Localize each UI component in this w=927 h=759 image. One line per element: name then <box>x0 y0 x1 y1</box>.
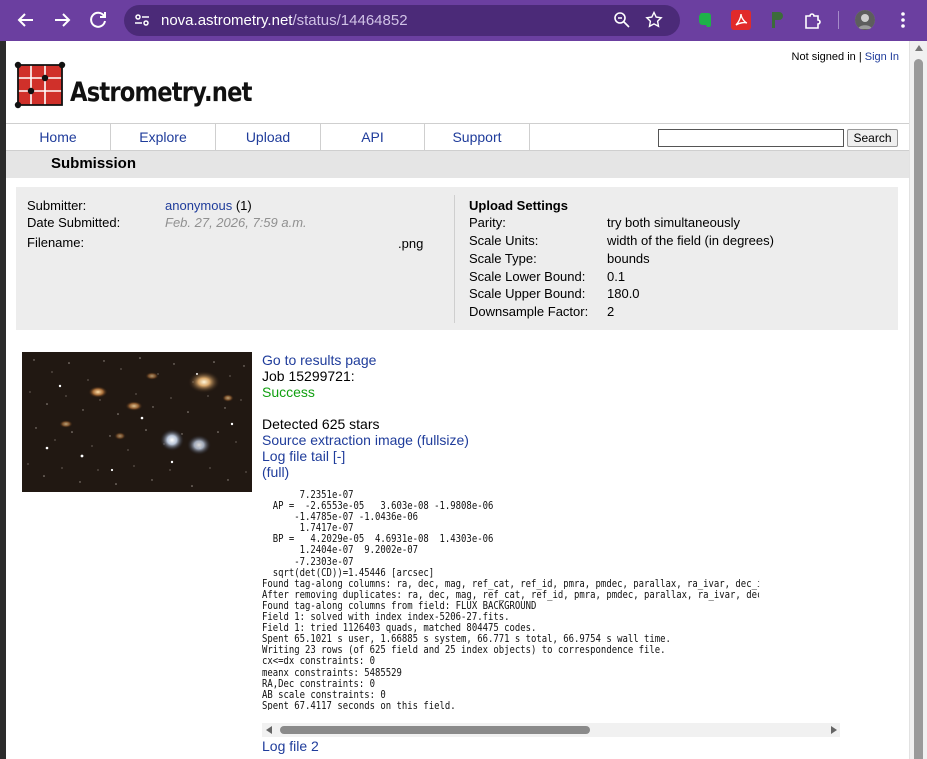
upload-settings-heading: Upload Settings <box>469 198 568 213</box>
pdf-extension-icon[interactable] <box>731 10 751 30</box>
log-line: cx<=dx constraints: 0 <box>262 655 375 668</box>
scroll-up-arrow-icon[interactable] <box>915 45 923 51</box>
nav-explore[interactable]: Explore <box>111 124 216 151</box>
nav-support[interactable]: Support <box>425 124 530 151</box>
browser-toolbar: nova.astrometry.net/status/14464852 <box>0 0 927 41</box>
log-line: Spent 67.4117 seconds on this field. <box>262 699 456 710</box>
logo-text: Astrometry.net <box>70 77 252 108</box>
submitter-count: (1) <box>235 198 252 213</box>
source-extraction-link[interactable]: Source extraction image (fullsize) <box>262 432 469 448</box>
evernote-extension-icon[interactable] <box>695 10 715 30</box>
job-status: Success <box>262 384 315 400</box>
setting-label: Downsample Factor: <box>469 304 589 319</box>
page-title-bar: Submission <box>6 151 909 178</box>
bookmark-star-icon[interactable] <box>644 10 664 33</box>
nav-upload[interactable]: Upload <box>216 124 321 151</box>
profile-avatar[interactable] <box>855 10 875 30</box>
panel-divider <box>454 195 455 323</box>
page-title: Submission <box>51 155 137 172</box>
astrometry-logo[interactable]: Astrometry.net <box>14 59 252 113</box>
log-line: -7.2303e-07 <box>262 555 354 568</box>
zoom-icon[interactable] <box>612 11 632 33</box>
nav-home[interactable]: Home <box>6 124 111 151</box>
setting-value: 180.0 <box>607 286 640 301</box>
main-nav: Home Explore Upload API Support Search <box>6 123 909 151</box>
scroll-left-arrow-icon[interactable] <box>266 726 272 734</box>
go-to-results-link[interactable]: Go to results page <box>262 352 376 368</box>
menu-kebab-icon[interactable] <box>893 10 913 30</box>
log-output: 7.2351e-07 AP = -2.6553e-05 3.603e-08 -1… <box>262 490 759 710</box>
site-settings-icon[interactable] <box>132 11 152 33</box>
separator: | <box>858 51 862 63</box>
log-line: 1.2404e-07 9.2002e-07 <box>262 544 419 557</box>
sign-in-link[interactable]: Sign In <box>865 51 899 63</box>
address-bar[interactable]: nova.astrometry.net/status/14464852 <box>124 5 680 36</box>
extension-icon[interactable] <box>767 10 787 30</box>
date-value: Feb. 27, 2026, 7:59 a.m. <box>165 215 307 230</box>
uploaded-image-thumbnail[interactable] <box>22 352 252 492</box>
toolbar-divider <box>838 11 839 29</box>
date-label: Date Submitted: <box>27 215 121 230</box>
setting-label: Scale Units: <box>469 233 539 248</box>
full-log-link[interactable]: (full) <box>262 464 289 480</box>
puzzle-extensions-icon[interactable] <box>803 10 823 30</box>
forward-arrow-icon[interactable] <box>50 8 74 32</box>
setting-label: Scale Lower Bound: <box>469 269 586 284</box>
scroll-thumb[interactable] <box>280 726 590 734</box>
reload-icon[interactable] <box>86 8 110 32</box>
filename-label: Filename: <box>27 235 85 250</box>
setting-value: 2 <box>607 304 615 319</box>
url-text: nova.astrometry.net/status/14464852 <box>161 12 408 29</box>
page-content: Not signed in | Sign In Astrometry.net H… <box>6 41 909 759</box>
log-file-2-link[interactable]: Log file 2 <box>262 738 319 754</box>
scroll-right-arrow-icon[interactable] <box>831 726 837 734</box>
search-input[interactable] <box>658 129 844 147</box>
detected-stars: Detected 625 stars <box>262 416 380 432</box>
log-file-tail-link[interactable]: Log file tail [-] <box>262 448 345 464</box>
log-horizontal-scrollbar[interactable] <box>262 723 840 737</box>
setting-label: Parity: <box>469 215 506 230</box>
scroll-thumb[interactable] <box>914 59 923 759</box>
log-line: meanx constraints: 5485529 <box>262 666 402 679</box>
setting-value: 0.1 <box>607 269 626 284</box>
not-signed-in-text: Not signed in <box>791 51 856 63</box>
star-field-image <box>22 352 252 492</box>
page-vertical-scrollbar[interactable] <box>909 41 927 759</box>
setting-label: Scale Type: <box>469 251 537 266</box>
submitter-link[interactable]: anonymous <box>165 198 232 213</box>
back-arrow-icon[interactable] <box>14 8 38 32</box>
filename-value: .png <box>398 236 424 251</box>
setting-value: try both simultaneously <box>607 215 740 230</box>
sign-in-area: Not signed in | Sign In <box>792 51 899 63</box>
setting-value: width of the field (in degrees) <box>607 233 774 248</box>
setting-label: Scale Upper Bound: <box>469 286 586 301</box>
search-button[interactable]: Search <box>847 129 898 147</box>
job-id: Job 15299721: <box>262 368 355 384</box>
submission-info-panel: Submitter: anonymous (1) Date Submitted:… <box>16 187 898 330</box>
setting-value: bounds <box>607 251 650 266</box>
submitter-label: Submitter: <box>27 198 87 213</box>
logo-grid-icon <box>14 61 66 109</box>
nav-api[interactable]: API <box>321 124 425 151</box>
